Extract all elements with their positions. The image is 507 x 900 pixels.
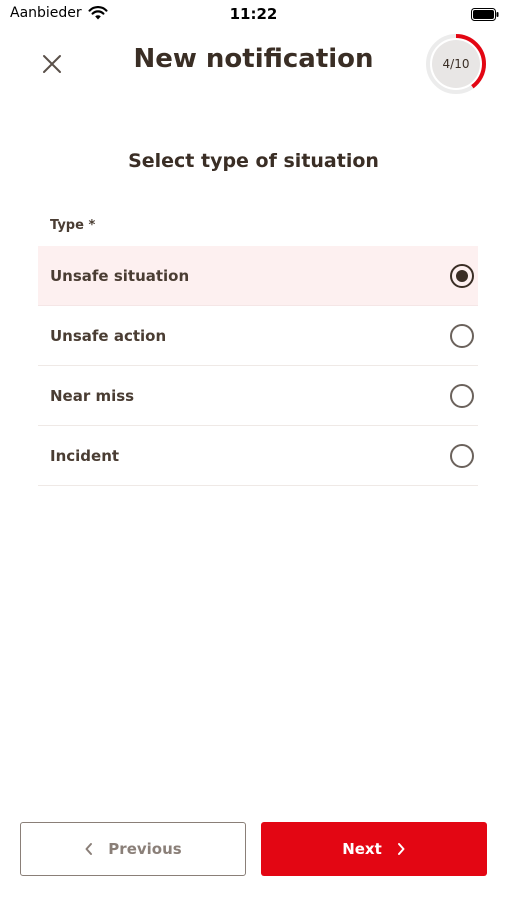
header: New notification 4/10: [0, 30, 507, 100]
footer: Previous Next: [20, 822, 487, 876]
chevron-left-icon: [85, 843, 93, 855]
option-label: Unsafe action: [50, 326, 167, 345]
option-incident[interactable]: Incident: [38, 426, 478, 486]
radio-button[interactable]: [450, 383, 474, 408]
option-label: Near miss: [50, 386, 135, 405]
radio-button[interactable]: [450, 323, 474, 348]
battery-icon: [471, 8, 499, 21]
radio-dot: [456, 269, 468, 282]
radio-button[interactable]: [450, 263, 474, 288]
status-bar: Aanbieder 11:22: [0, 0, 507, 30]
radio-button[interactable]: [450, 443, 474, 468]
chevron-right-icon: [397, 843, 405, 855]
type-field-label: Type *: [50, 218, 96, 233]
section-title: Select type of situation: [128, 150, 379, 172]
progress-indicator: 4/10: [425, 33, 487, 95]
option-label: Incident: [50, 446, 120, 465]
type-radio-group: Unsafe situation Unsafe action Near miss…: [38, 246, 478, 486]
previous-button[interactable]: Previous: [20, 822, 246, 876]
option-near-miss[interactable]: Near miss: [38, 366, 478, 426]
next-label: Next: [342, 840, 382, 858]
status-time: 11:22: [229, 5, 278, 23]
option-label: Unsafe situation: [50, 266, 190, 285]
progress-text: 4/10: [442, 57, 470, 71]
previous-label: Previous: [108, 840, 182, 858]
next-button[interactable]: Next: [261, 822, 487, 876]
option-unsafe-situation[interactable]: Unsafe situation: [38, 246, 478, 306]
option-unsafe-action[interactable]: Unsafe action: [38, 306, 478, 366]
